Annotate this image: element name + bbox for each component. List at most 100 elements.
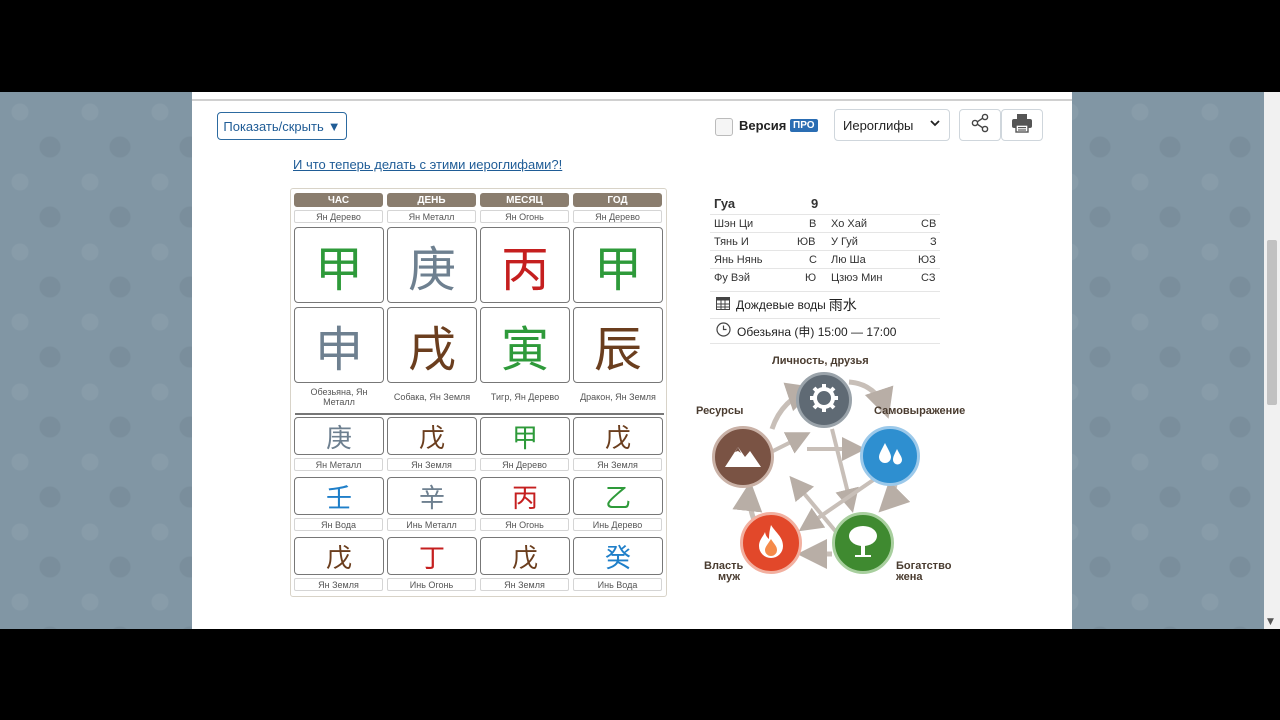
display-mode-select[interactable]: Иероглифы	[834, 109, 950, 141]
column-header-month: МЕСЯЦ	[480, 193, 569, 207]
hidden-stem[interactable]: 丙	[480, 477, 570, 515]
stem-label: Ян Дерево	[294, 210, 383, 223]
gua-row: Фу Вэй Ю Цзюэ Мин СЗ	[710, 268, 940, 287]
hour-row: Обезьяна (申) 15:00 — 17:00	[710, 318, 940, 344]
hidden-stem-label: Ян Вода	[294, 518, 383, 531]
chevron-down-icon	[929, 117, 941, 132]
share-button[interactable]	[959, 109, 1001, 141]
stem-label: Ян Огонь	[480, 210, 569, 223]
branch-label: Собака, Ян Земля	[393, 392, 471, 402]
print-button[interactable]	[1001, 109, 1043, 141]
earthly-branch-year[interactable]: 辰	[573, 307, 663, 383]
solar-term-row: Дождевые воды 雨水	[710, 291, 940, 317]
hidden-stem-label: Ян Земля	[387, 458, 476, 471]
hidden-stem-label: Инь Металл	[387, 518, 476, 531]
gua-direction-value: СВ	[921, 218, 937, 230]
wood-element-circle	[832, 512, 894, 574]
gua-direction-value: ЮВ	[797, 236, 816, 248]
hidden-stems-divider	[295, 413, 664, 415]
gua-direction-name: У Гуй	[831, 236, 858, 248]
tree-icon	[845, 523, 881, 563]
gua-title: Гуа	[714, 196, 736, 211]
stem-label: Ян Металл	[387, 210, 476, 223]
element-label-top: Личность, друзья	[772, 355, 869, 367]
hidden-stem-label: Ян Дерево	[480, 458, 569, 471]
heavenly-stem-day[interactable]: 庚	[387, 227, 477, 303]
hidden-stem[interactable]: 乙	[573, 477, 663, 515]
gua-direction-value: СЗ	[921, 272, 936, 284]
earthly-branch-hour[interactable]: 申	[294, 307, 384, 383]
gua-row: Шэн Ци В Хо Хай СВ	[710, 214, 940, 233]
heavenly-stem-hour[interactable]: 甲	[294, 227, 384, 303]
hidden-stem-label: Ян Металл	[294, 458, 383, 471]
hidden-stem[interactable]: 辛	[387, 477, 477, 515]
mountain-icon	[723, 441, 763, 473]
hidden-stem[interactable]: 甲	[480, 417, 570, 455]
solar-term-chars: 雨水	[828, 296, 857, 313]
heavenly-stem-year[interactable]: 甲	[573, 227, 663, 303]
hidden-stem-label: Инь Вода	[573, 578, 662, 591]
gear-icon	[808, 382, 840, 418]
hidden-stem[interactable]: 戊	[294, 537, 384, 575]
element-label-right: Самовыражение	[874, 405, 966, 417]
gua-direction-value: С	[809, 254, 817, 266]
printer-icon	[1011, 113, 1033, 137]
what-now-link[interactable]: И что теперь делать с этими иероглифами?…	[293, 157, 562, 172]
calendar-icon	[716, 296, 730, 313]
display-mode-value: Иероглифы	[843, 117, 914, 133]
hidden-stem[interactable]: 戊	[480, 537, 570, 575]
gua-direction-name: Хо Хай	[831, 218, 867, 230]
column-header-day: ДЕНЬ	[387, 193, 476, 207]
gua-direction-value: ЮЗ	[918, 254, 936, 266]
gua-direction-name: Фу Вэй	[714, 272, 751, 284]
share-icon	[970, 113, 990, 137]
gua-row: Янь Нянь С Лю Ша ЮЗ	[710, 250, 940, 269]
gua-direction-name: Лю Ша	[831, 254, 866, 266]
solar-term-name: Дождевые воды	[736, 297, 826, 312]
stem-label: Ян Дерево	[573, 210, 662, 223]
hidden-stem[interactable]: 戊	[387, 417, 477, 455]
earthly-branch-day[interactable]: 戌	[387, 307, 477, 383]
water-element-circle	[860, 426, 920, 486]
gua-direction-name: Тянь И	[714, 236, 749, 248]
page-top-border	[192, 99, 1072, 101]
earth-element-circle	[712, 426, 774, 488]
hidden-stem-label: Ян Земля	[480, 578, 569, 591]
gua-direction-value: Ю	[805, 272, 817, 284]
vertical-scrollbar[interactable]: ▼	[1264, 92, 1280, 629]
column-header-hour: ЧАС	[294, 193, 383, 207]
hidden-stem-label: Инь Дерево	[573, 518, 662, 531]
branch-label: Дракон, Ян Земля	[580, 392, 656, 402]
gua-direction-name: Янь Нянь	[714, 254, 763, 266]
element-label-line: муж	[718, 571, 741, 583]
branch-label: Тигр, Ян Дерево	[490, 392, 560, 402]
browser-viewport: Показать/скрыть ▼ Версия ПРО Иероглифы И…	[0, 92, 1280, 629]
hidden-stem-label: Ян Земля	[294, 578, 383, 591]
hour-text: Обезьяна (申) 15:00 — 17:00	[737, 324, 897, 339]
hidden-stem[interactable]: 戊	[573, 417, 663, 455]
metal-element-circle	[796, 372, 852, 428]
show-hide-button[interactable]: Показать/скрыть ▼	[217, 112, 347, 140]
branch-label: Обезьяна, Ян Металл	[310, 387, 368, 407]
bazi-chart: ЧАС ДЕНЬ МЕСЯЦ ГОД Ян Дерево Ян Металл Я…	[290, 188, 667, 597]
earthly-branch-month[interactable]: 寅	[480, 307, 570, 383]
hidden-stem[interactable]: 癸	[573, 537, 663, 575]
scroll-down-arrow-icon[interactable]: ▼	[1267, 617, 1274, 627]
hidden-stem-label: Инь Огонь	[387, 578, 476, 591]
page-content: Показать/скрыть ▼ Версия ПРО Иероглифы И…	[192, 92, 1072, 629]
scrollbar-thumb[interactable]	[1267, 240, 1277, 405]
hidden-stem[interactable]: 丁	[387, 537, 477, 575]
hidden-stem[interactable]: 壬	[294, 477, 384, 515]
water-drops-icon	[873, 437, 907, 475]
heavenly-stem-month[interactable]: 丙	[480, 227, 570, 303]
gua-direction-value: В	[809, 218, 817, 230]
fire-element-circle	[740, 512, 802, 574]
show-hide-label: Показать/скрыть	[223, 118, 324, 134]
gua-direction-name: Цзюэ Мин	[831, 272, 883, 284]
element-label-line: жена	[896, 571, 923, 583]
hidden-stem-label: Ян Земля	[573, 458, 662, 471]
clock-icon	[716, 322, 731, 340]
gua-direction-name: Шэн Ци	[714, 218, 754, 230]
pro-version-checkbox[interactable]	[715, 118, 733, 136]
hidden-stem[interactable]: 庚	[294, 417, 384, 455]
